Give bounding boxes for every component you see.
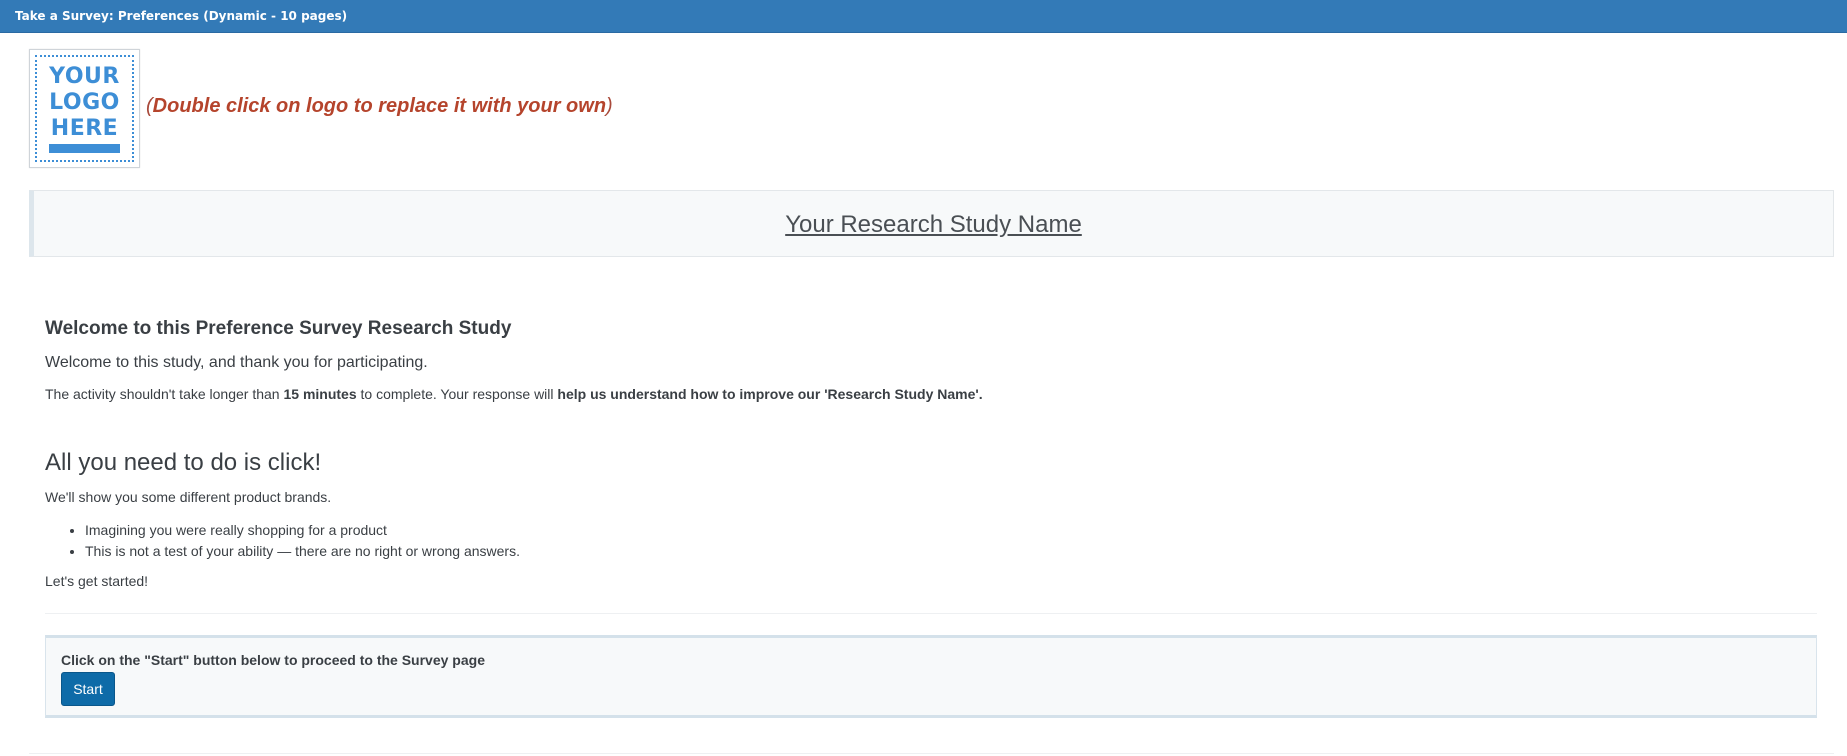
activity-prefix: The activity shouldn't take longer than (45, 386, 284, 402)
activity-duration-text: The activity shouldn't take longer than … (45, 386, 983, 403)
logo-dotted-frame: YOUR LOGO HERE (35, 55, 134, 162)
logo-underline-bar (49, 144, 120, 153)
welcome-heading: Welcome to this Preference Survey Resear… (45, 318, 512, 339)
instruction-bullets: Imagining you were really shopping for a… (45, 520, 520, 562)
survey-titlebar: Take a Survey: Preferences (Dynamic - 10… (0, 0, 1847, 33)
welcome-lead-text: Welcome to this study, and thank you for… (45, 354, 428, 371)
start-button[interactable]: Start (61, 672, 115, 706)
logo-text-logo: LOGO (49, 90, 120, 115)
start-instruction: Click on the "Start" button below to pro… (61, 652, 485, 668)
logo-placeholder[interactable]: YOUR LOGO HERE (29, 49, 140, 168)
study-name-banner: Your Research Study Name (29, 190, 1834, 257)
logo-hint-open-paren: ( (146, 95, 153, 117)
logo-hint-text: Double click on logo to replace it with … (152, 95, 607, 117)
logo-replace-hint: (Double click on logo to replace it with… (146, 94, 613, 118)
list-item: Imagining you were really shopping for a… (85, 520, 520, 541)
activity-duration: 15 minutes (283, 386, 357, 402)
activity-middle: to complete. Your response will (356, 386, 558, 402)
start-panel: Click on the "Start" button below to pro… (45, 635, 1817, 718)
instructions-heading: All you need to do is click! (45, 449, 322, 476)
logo-text-your: YOUR (49, 64, 120, 89)
activity-purpose: help us understand how to improve our 'R… (557, 386, 983, 402)
list-item: This is not a test of your ability — the… (85, 541, 520, 562)
closing-text: Let's get started! (45, 573, 149, 589)
logo-text-here: HERE (50, 116, 119, 141)
section-divider (45, 613, 1817, 614)
logo-hint-close-paren: ) (606, 95, 613, 117)
footer-divider (29, 753, 1834, 754)
study-name-link[interactable]: Your Research Study Name (34, 211, 1833, 239)
survey-title: Take a Survey: Preferences (Dynamic - 10… (15, 9, 348, 23)
brands-description: We'll show you some different product br… (45, 489, 332, 505)
